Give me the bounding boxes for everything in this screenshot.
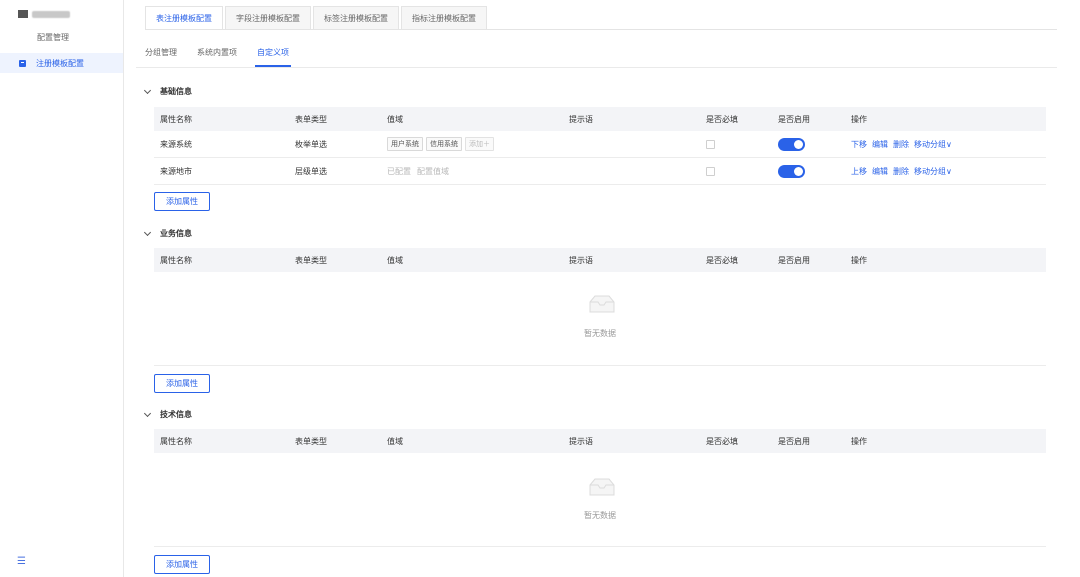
- empty-state: 暂无数据: [154, 272, 1046, 366]
- section-title: 业务信息: [160, 229, 192, 238]
- add-attribute-button[interactable]: 添加属性: [154, 192, 210, 211]
- section-title: 技术信息: [160, 410, 192, 419]
- col-header-required: 是否必填: [706, 255, 738, 265]
- subtab-builtin-items[interactable]: 系统内置项: [197, 47, 237, 67]
- col-header-type: 表单类型: [295, 114, 327, 124]
- tab-metric-template[interactable]: 指标注册模板配置: [401, 6, 487, 29]
- col-header-hint: 提示语: [569, 114, 593, 124]
- sidebar-section-title: 配置管理: [37, 33, 69, 42]
- col-header-domain: 值域: [387, 436, 403, 446]
- move-group-dropdown[interactable]: 移动分组∨: [914, 167, 952, 176]
- empty-text: 暂无数据: [584, 329, 616, 338]
- logo: [18, 10, 70, 18]
- menu-collapse-icon[interactable]: ☰: [17, 557, 26, 567]
- cell-actions: 上移 编辑 删除 移动分组∨: [851, 166, 957, 177]
- edit-link[interactable]: 编辑: [872, 140, 888, 149]
- delete-link[interactable]: 删除: [893, 140, 909, 149]
- delete-link[interactable]: 删除: [893, 167, 909, 176]
- col-header-required: 是否必填: [706, 436, 738, 446]
- required-checkbox[interactable]: [706, 166, 715, 176]
- chevron-down-icon: [143, 86, 152, 94]
- col-header-type: 表单类型: [295, 436, 327, 446]
- top-tabs: 表注册模板配置 字段注册模板配置 标签注册模板配置 指标注册模板配置: [145, 6, 489, 29]
- col-header-hint: 提示语: [569, 255, 593, 265]
- attribute-table-basic: 属性名称 表单类型 值域 提示语 是否必填 是否启用 操作 来源系统 枚举单选 …: [154, 107, 1046, 185]
- chevron-down-icon: [143, 228, 152, 236]
- empty-inbox-icon: [589, 478, 615, 496]
- subtab-custom-items[interactable]: 自定义项: [255, 47, 291, 67]
- tab-field-template[interactable]: 字段注册模板配置: [225, 6, 311, 29]
- chevron-down-icon: ∨: [946, 139, 952, 149]
- col-header-domain: 值域: [387, 114, 403, 124]
- section-title: 基础信息: [160, 87, 192, 96]
- logo-mark-icon: [18, 10, 28, 18]
- col-header-enabled: 是否启用: [778, 255, 810, 265]
- cell-type: 枚举单选: [295, 139, 327, 149]
- cell-domain: 用户系统 信用系统 添加＋: [387, 137, 497, 151]
- enabled-toggle[interactable]: [778, 137, 805, 151]
- enabled-toggle[interactable]: [778, 164, 805, 178]
- col-header-name: 属性名称: [160, 114, 192, 124]
- cell-actions: 下移 编辑 删除 移动分组∨: [851, 139, 957, 150]
- table-header: 属性名称 表单类型 值域 提示语 是否必填 是否启用 操作: [154, 429, 1046, 453]
- add-attribute-button[interactable]: 添加属性: [154, 555, 210, 574]
- table-row: 来源地市 层级单选 已配置 配置值域 上移 编辑 删除 移动分组∨: [154, 158, 1046, 185]
- divider: [145, 29, 1057, 30]
- col-header-required: 是否必填: [706, 114, 738, 124]
- attribute-table-technical: 属性名称 表单类型 值域 提示语 是否必填 是否启用 操作: [154, 429, 1046, 453]
- col-header-hint: 提示语: [569, 436, 593, 446]
- table-row: 来源系统 枚举单选 用户系统 信用系统 添加＋ 下移 编辑 删除 移动分组∨: [154, 131, 1046, 158]
- sidebar: 配置管理 注册模板配置 ☰: [0, 0, 124, 577]
- chevron-down-icon: ∨: [946, 166, 952, 176]
- required-checkbox[interactable]: [706, 139, 715, 149]
- cell-domain: 已配置 配置值域: [387, 166, 455, 177]
- divider: [136, 67, 1057, 68]
- col-header-actions: 操作: [851, 114, 867, 124]
- document-edit-icon: [19, 59, 26, 67]
- col-header-enabled: 是否启用: [778, 114, 810, 124]
- section-header-business[interactable]: 业务信息: [143, 228, 192, 239]
- col-header-actions: 操作: [851, 255, 867, 265]
- add-domain-button[interactable]: 添加＋: [465, 137, 494, 151]
- domain-status: 已配置: [387, 166, 411, 176]
- cell-type: 层级单选: [295, 166, 327, 176]
- col-header-enabled: 是否启用: [778, 436, 810, 446]
- configure-domain-link[interactable]: 配置值域: [417, 167, 449, 176]
- sidebar-item-label: 注册模板配置: [36, 58, 84, 68]
- attribute-table-business: 属性名称 表单类型 值域 提示语 是否必填 是否启用 操作: [154, 248, 1046, 272]
- domain-chip[interactable]: 信用系统: [426, 137, 462, 151]
- edit-link[interactable]: 编辑: [872, 167, 888, 176]
- sidebar-item-register-template[interactable]: 注册模板配置: [0, 53, 123, 73]
- sub-tabs: 分组管理 系统内置项 自定义项: [145, 47, 309, 67]
- empty-inbox-icon: [589, 295, 615, 313]
- table-header: 属性名称 表单类型 值域 提示语 是否必填 是否启用 操作: [154, 107, 1046, 131]
- move-up-link[interactable]: 上移: [851, 167, 867, 176]
- col-header-name: 属性名称: [160, 436, 192, 446]
- col-header-actions: 操作: [851, 436, 867, 446]
- col-header-name: 属性名称: [160, 255, 192, 265]
- move-group-dropdown[interactable]: 移动分组∨: [914, 140, 952, 149]
- logo-text-blurred: [32, 10, 70, 18]
- col-header-type: 表单类型: [295, 255, 327, 265]
- col-header-domain: 值域: [387, 255, 403, 265]
- section-header-basic[interactable]: 基础信息: [143, 86, 192, 97]
- empty-text: 暂无数据: [584, 511, 616, 520]
- tab-tag-template[interactable]: 标签注册模板配置: [313, 6, 399, 29]
- cell-name: 来源系统: [160, 139, 192, 149]
- subtab-group-management[interactable]: 分组管理: [145, 47, 177, 67]
- empty-state: 暂无数据: [154, 453, 1046, 547]
- chevron-down-icon: [143, 409, 152, 417]
- domain-chip[interactable]: 用户系统: [387, 137, 423, 151]
- add-attribute-button[interactable]: 添加属性: [154, 374, 210, 393]
- move-down-link[interactable]: 下移: [851, 140, 867, 149]
- table-header: 属性名称 表单类型 值域 提示语 是否必填 是否启用 操作: [154, 248, 1046, 272]
- tab-table-template[interactable]: 表注册模板配置: [145, 6, 223, 29]
- cell-name: 来源地市: [160, 166, 192, 176]
- section-header-technical[interactable]: 技术信息: [143, 409, 192, 420]
